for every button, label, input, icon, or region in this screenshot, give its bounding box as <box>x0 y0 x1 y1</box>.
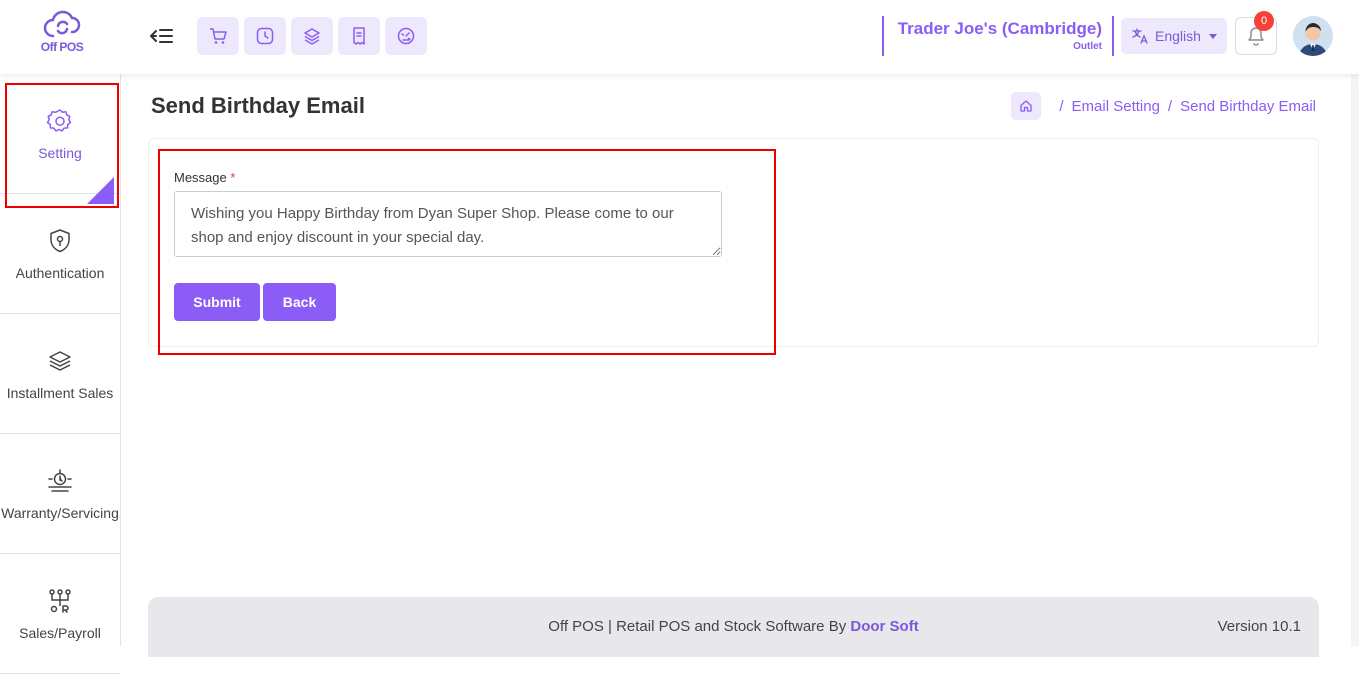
sidebar-item-label: Sales/Payroll <box>19 624 101 641</box>
footer-text: Off POS | Retail POS and Stock Software … <box>148 618 1319 635</box>
breadcrumb-separator: / <box>1167 97 1173 115</box>
shield-icon <box>50 228 70 252</box>
layers-icon <box>304 28 320 45</box>
translate-icon <box>1132 28 1148 44</box>
layers-icon <box>49 350 71 371</box>
quick-stock-button[interactable] <box>291 17 333 55</box>
notification-count-badge: 0 <box>1254 11 1274 31</box>
submit-button[interactable]: Submit <box>174 283 260 321</box>
menu-collapse-icon[interactable] <box>150 26 174 46</box>
app-logo[interactable]: Off POS <box>30 10 94 62</box>
required-mark: * <box>230 170 236 185</box>
footer-version: Version 10.1 <box>1217 618 1301 635</box>
flow-icon <box>49 588 71 613</box>
breadcrumb-separator: / <box>1059 97 1064 115</box>
active-corner-marker <box>87 177 114 204</box>
sidebar-item-warranty-servicing[interactable]: Warranty/Servicing <box>0 434 120 554</box>
user-avatar-icon <box>1293 16 1333 56</box>
page-scrollbar[interactable] <box>1351 0 1359 646</box>
quick-pos-button[interactable] <box>197 17 239 55</box>
sidebar-item-label: Warranty/Servicing <box>1 504 119 521</box>
breadcrumb: / Email Setting / Send Birthday Email <box>1011 92 1316 120</box>
footer-brand-link[interactable]: Door Soft <box>850 618 918 635</box>
warranty-icon <box>48 468 72 492</box>
sidebar-item-authentication[interactable]: Authentication <box>0 194 120 314</box>
sidebar-item-installment-sales[interactable]: Installment Sales <box>0 314 120 434</box>
cart-icon <box>210 28 227 44</box>
breadcrumb-current: Send Birthday Email <box>1180 97 1316 115</box>
message-textarea[interactable]: Wishing you Happy Birthday from Dyan Sup… <box>174 191 722 257</box>
receipt-icon <box>353 27 365 45</box>
sidebar-item-label: Authentication <box>15 264 105 281</box>
sidebar-item-label: Installment Sales <box>6 384 114 401</box>
footer: Off POS | Retail POS and Stock Software … <box>148 597 1319 657</box>
user-avatar[interactable] <box>1293 16 1333 56</box>
footer-prefix: Off POS | Retail POS and Stock Software … <box>548 618 851 635</box>
dashboard-icon <box>397 27 415 45</box>
quick-report-button[interactable] <box>338 17 380 55</box>
breadcrumb-home-button[interactable] <box>1011 92 1042 120</box>
message-label-text: Message <box>174 170 227 185</box>
breadcrumb-email-setting-link[interactable]: Email Setting <box>1072 98 1160 115</box>
message-label: Message * <box>174 170 235 185</box>
home-icon <box>1020 100 1033 112</box>
logo-text: Off POS <box>40 40 84 54</box>
outlet-selector[interactable]: Trader Joe's (Cambridge) Outlet <box>882 16 1114 56</box>
back-button[interactable]: Back <box>263 283 336 321</box>
page-title: Send Birthday Email <box>151 93 365 118</box>
chevron-down-icon <box>1208 33 1217 39</box>
active-item-highlight <box>5 83 119 208</box>
sidebar: Setting Authentication Installment Sales… <box>0 74 121 674</box>
clock-icon <box>256 27 274 45</box>
quick-dashboard-button[interactable] <box>385 17 427 55</box>
sidebar-item-sales-payroll[interactable]: Sales/Payroll <box>0 554 120 674</box>
language-dropdown[interactable]: English <box>1121 18 1227 54</box>
quick-time-button[interactable] <box>244 17 286 55</box>
outlet-sub-label: Outlet <box>1073 41 1102 52</box>
language-label: English <box>1155 28 1201 44</box>
top-header: Off POS Trader Joe's (Cambridge) Outlet … <box>0 0 1359 74</box>
cloud-logo-icon <box>43 10 81 38</box>
outlet-name: Trader Joe's (Cambridge) <box>897 19 1102 38</box>
